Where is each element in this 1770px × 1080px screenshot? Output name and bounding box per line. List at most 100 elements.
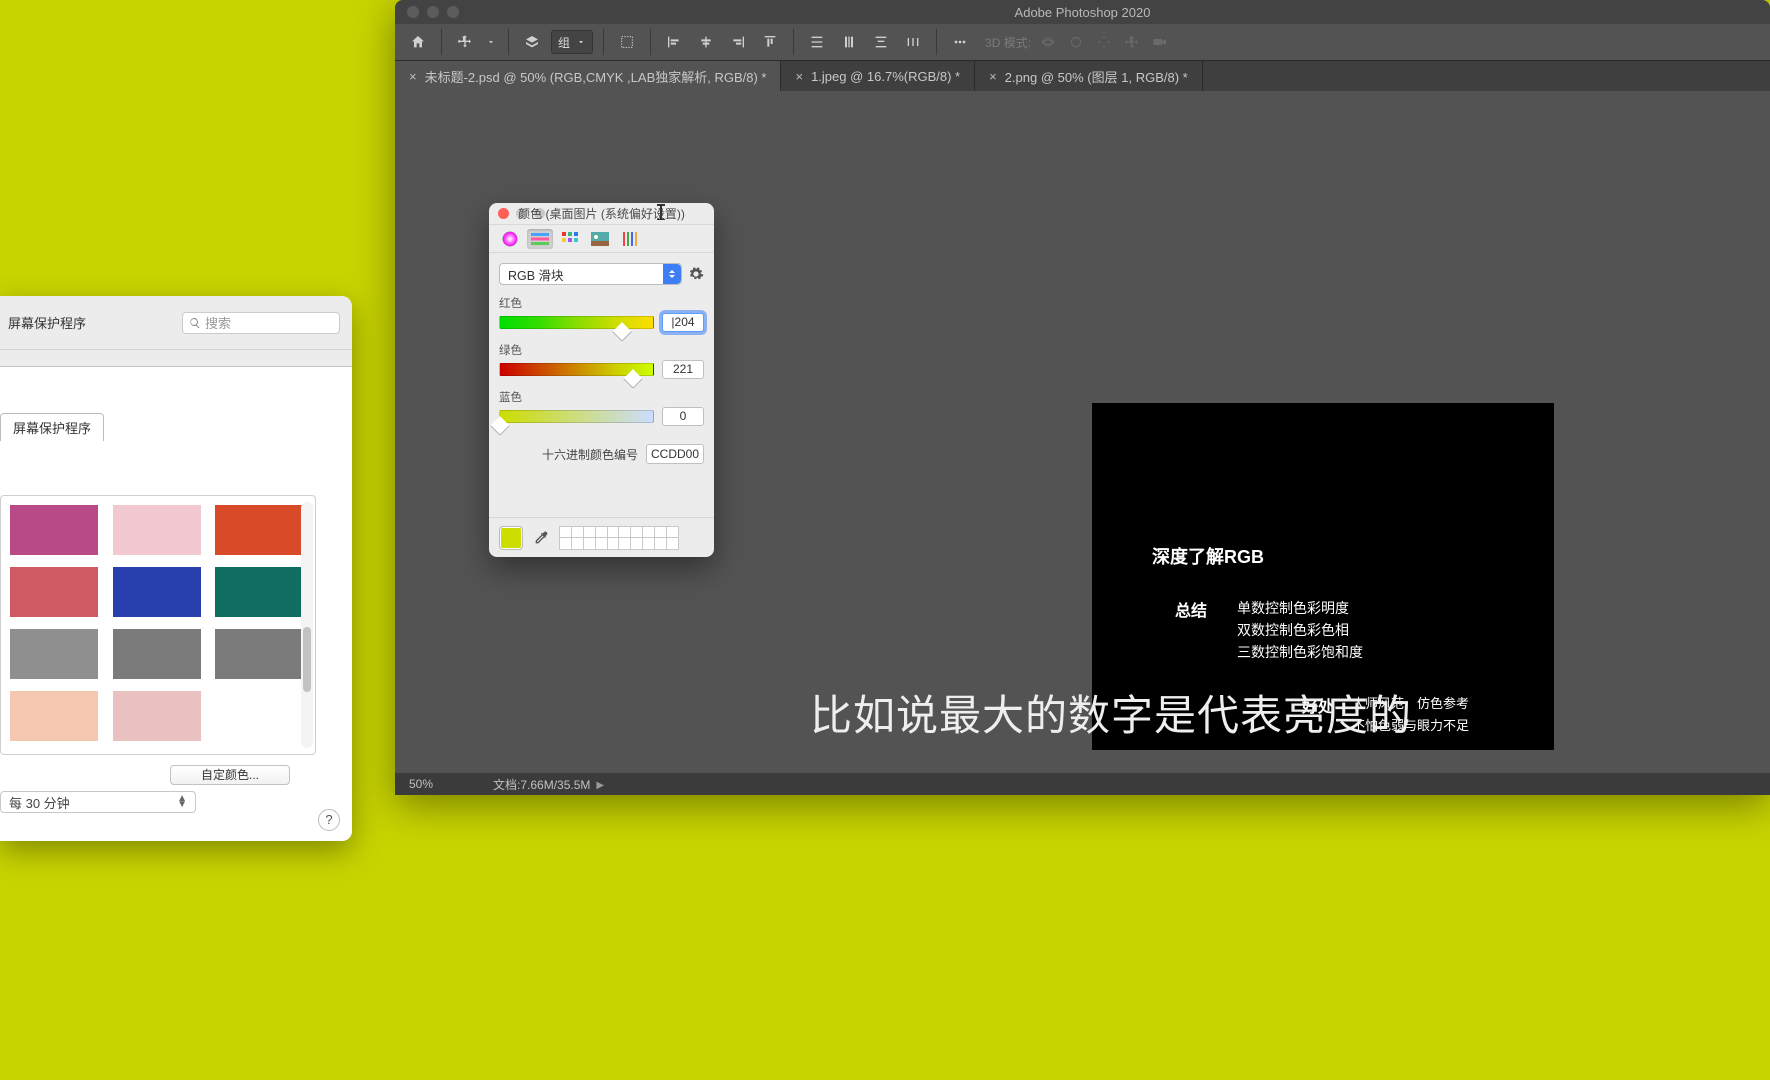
subtitle-caption: 比如说最大的数字是代表亮度的 bbox=[810, 682, 1412, 743]
red-slider[interactable] bbox=[499, 316, 654, 329]
swatch[interactable] bbox=[10, 505, 98, 555]
zoom-level[interactable]: 50% bbox=[409, 777, 433, 791]
search-input[interactable]: 搜索 bbox=[182, 312, 340, 334]
close-tab-icon[interactable]: × bbox=[989, 69, 997, 84]
distribute-top-icon[interactable] bbox=[804, 29, 830, 55]
layers-stack-icon[interactable] bbox=[519, 29, 545, 55]
red-value-input[interactable]: |204 bbox=[662, 313, 704, 332]
document-tab[interactable]: × 1.jpeg @ 16.7%(RGB/8) * bbox=[781, 61, 975, 91]
mode-pencils-icon[interactable] bbox=[617, 229, 643, 249]
document-tabs: × 未标题-2.psd @ 50% (RGB,CMYK ,LAB独家解析, RG… bbox=[395, 61, 1770, 91]
home-icon[interactable] bbox=[405, 29, 431, 55]
doc-info[interactable]: 文档:7.66M/35.5M bbox=[493, 776, 590, 793]
zoom-dot[interactable] bbox=[447, 6, 459, 18]
more-icon[interactable] bbox=[947, 29, 973, 55]
tab-screensaver[interactable]: 屏幕保护程序 bbox=[0, 413, 104, 441]
slider-knob[interactable] bbox=[490, 416, 510, 436]
mode-sliders-icon[interactable] bbox=[527, 229, 553, 249]
separator bbox=[441, 29, 442, 55]
color-picker-panel: 颜色 (桌面图片 (系统偏好设置)) RGB 滑块 红色 |204 bbox=[489, 203, 714, 557]
align-hcenter-icon[interactable] bbox=[693, 29, 719, 55]
color-swatches bbox=[0, 495, 316, 755]
separator bbox=[793, 29, 794, 55]
slider-type-value: RGB 滑块 bbox=[508, 265, 564, 284]
scrollbar-thumb[interactable] bbox=[303, 627, 311, 692]
chevron-down-icon[interactable] bbox=[484, 29, 498, 55]
swatch[interactable] bbox=[10, 629, 98, 679]
green-slider[interactable] bbox=[499, 363, 654, 376]
hex-input[interactable]: CCDD00 bbox=[646, 444, 704, 464]
close-dot[interactable] bbox=[498, 208, 509, 219]
move-tool-icon[interactable] bbox=[452, 29, 478, 55]
align-left-icon[interactable] bbox=[661, 29, 687, 55]
system-preferences-window: 屏幕保护程序 搜索 屏幕保护程序 自定颜色... 每 30 分钟 ▲▼ ? bbox=[0, 296, 352, 841]
chevron-right-icon[interactable]: ▶ bbox=[596, 780, 604, 791]
slider-knob[interactable] bbox=[623, 369, 643, 389]
3d-camera-icon bbox=[1149, 31, 1171, 53]
swatch[interactable] bbox=[113, 567, 201, 617]
slider-knob[interactable] bbox=[612, 322, 632, 342]
swatch[interactable] bbox=[10, 567, 98, 617]
separator bbox=[650, 29, 651, 55]
blue-value-input[interactable]: 0 bbox=[662, 407, 704, 426]
tab-label: 2.png @ 50% (图层 1, RGB/8) * bbox=[1005, 67, 1188, 86]
eyedropper-icon[interactable] bbox=[533, 530, 549, 546]
photoshop-titlebar[interactable]: Adobe Photoshop 2020 bbox=[395, 0, 1770, 24]
search-placeholder: 搜索 bbox=[205, 313, 231, 332]
mode-image-icon[interactable] bbox=[587, 229, 613, 249]
green-value-input[interactable]: 221 bbox=[662, 360, 704, 379]
document-tab[interactable]: × 2.png @ 50% (图层 1, RGB/8) * bbox=[975, 61, 1203, 91]
text-cursor-icon bbox=[657, 204, 665, 220]
status-bar: 50% 文档:7.66M/35.5M ▶ bbox=[395, 773, 1770, 795]
separator bbox=[603, 29, 604, 55]
cp-titlebar[interactable]: 颜色 (桌面图片 (系统偏好设置)) bbox=[489, 203, 714, 225]
summary-line: 三数控制色彩饱和度 bbox=[1237, 641, 1363, 663]
align-top-icon[interactable] bbox=[757, 29, 783, 55]
red-label: 红色 bbox=[499, 295, 704, 311]
distribute-bottom-icon[interactable] bbox=[868, 29, 894, 55]
swatch[interactable] bbox=[215, 567, 303, 617]
group-select[interactable]: 组 bbox=[551, 30, 593, 54]
cp-body: RGB 滑块 红色 |204 绿色 221 bbox=[489, 253, 714, 472]
close-tab-icon[interactable]: × bbox=[795, 69, 803, 84]
mode-palettes-icon[interactable] bbox=[557, 229, 583, 249]
current-color-swatch[interactable] bbox=[499, 526, 523, 550]
sp-body: 屏幕保护程序 自定颜色... 每 30 分钟 ▲▼ ? bbox=[0, 366, 352, 841]
window-controls bbox=[489, 208, 545, 219]
minimize-dot[interactable] bbox=[427, 6, 439, 18]
swatch[interactable] bbox=[113, 629, 201, 679]
swatch[interactable] bbox=[113, 691, 201, 741]
3d-roll-icon bbox=[1065, 31, 1087, 53]
search-icon bbox=[189, 317, 201, 329]
close-dot[interactable] bbox=[407, 6, 419, 18]
distribute-vcenter-icon[interactable] bbox=[836, 29, 862, 55]
separator bbox=[936, 29, 937, 55]
color-wells[interactable] bbox=[559, 526, 679, 550]
help-button[interactable]: ? bbox=[318, 809, 340, 831]
scrollbar[interactable] bbox=[301, 502, 313, 748]
custom-color-button[interactable]: 自定颜色... bbox=[170, 765, 290, 785]
close-tab-icon[interactable]: × bbox=[409, 69, 417, 84]
updown-icon bbox=[663, 264, 681, 284]
mode-wheel-icon[interactable] bbox=[497, 229, 523, 249]
interval-select[interactable]: 每 30 分钟 ▲▼ bbox=[0, 791, 196, 813]
swatch[interactable] bbox=[113, 505, 201, 555]
distribute-h-icon[interactable] bbox=[900, 29, 926, 55]
swatch[interactable] bbox=[10, 691, 98, 741]
swatch[interactable] bbox=[215, 629, 303, 679]
hex-label: 十六进制颜色编号 bbox=[542, 446, 638, 463]
swatch[interactable] bbox=[215, 505, 303, 555]
gear-icon[interactable] bbox=[688, 266, 704, 282]
minimize-dot[interactable] bbox=[516, 208, 527, 219]
document-tab[interactable]: × 未标题-2.psd @ 50% (RGB,CMYK ,LAB独家解析, RG… bbox=[395, 61, 781, 91]
doc-heading: 深度了解RGB bbox=[1152, 543, 1494, 569]
blue-slider[interactable] bbox=[499, 410, 654, 423]
slider-type-select[interactable]: RGB 滑块 bbox=[499, 263, 682, 285]
align-right-icon[interactable] bbox=[725, 29, 751, 55]
green-label: 绿色 bbox=[499, 342, 704, 358]
zoom-dot[interactable] bbox=[534, 208, 545, 219]
sp-toolbar: 屏幕保护程序 搜索 bbox=[0, 296, 352, 350]
transform-controls-icon[interactable] bbox=[614, 29, 640, 55]
tab-label: 1.jpeg @ 16.7%(RGB/8) * bbox=[811, 69, 960, 84]
sp-title-fragment: 屏幕保护程序 bbox=[8, 313, 182, 332]
